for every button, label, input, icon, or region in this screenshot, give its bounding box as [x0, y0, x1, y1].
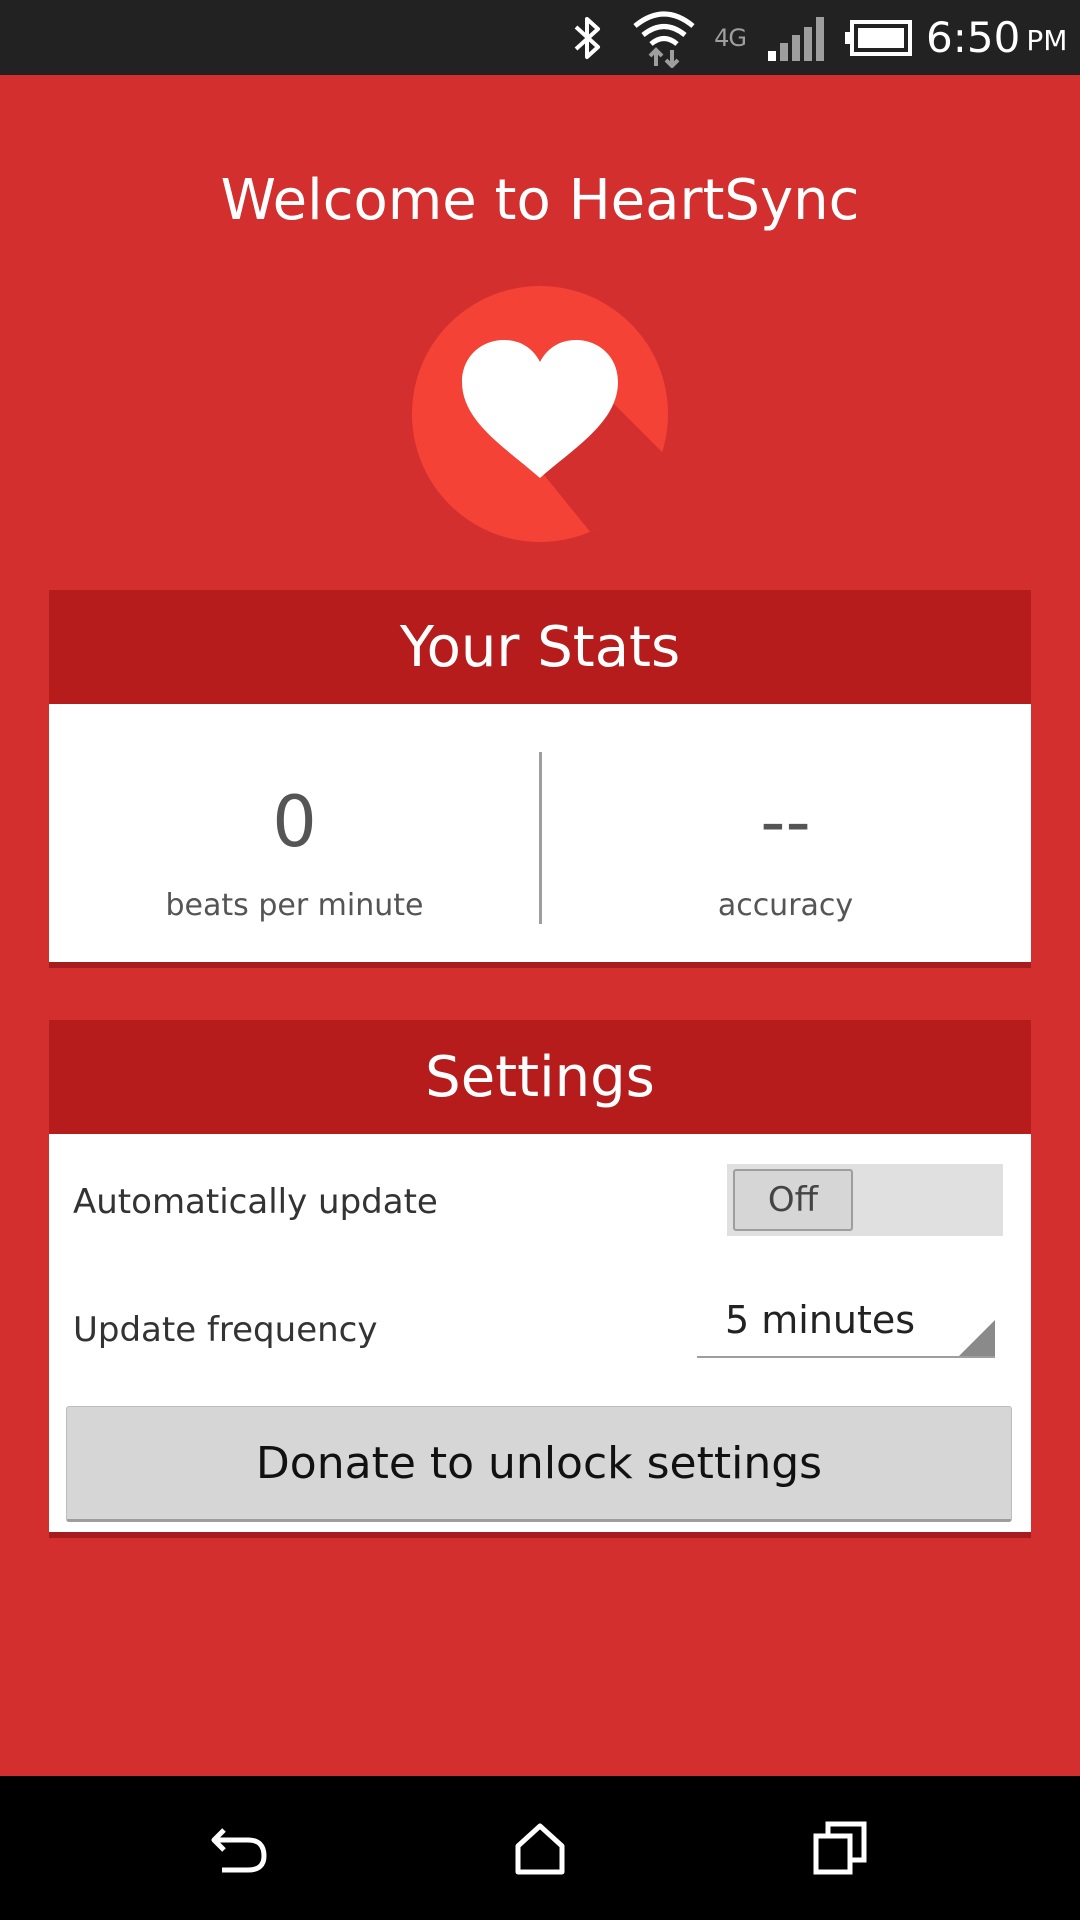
settings-body: Automatically update Off Update frequenc…: [49, 1134, 1031, 1532]
back-icon[interactable]: [180, 1800, 300, 1896]
update-frequency-label: Update frequency: [73, 1310, 378, 1350]
donate-button[interactable]: Donate to unlock settings: [66, 1406, 1012, 1522]
accuracy-label: accuracy: [717, 888, 854, 923]
update-frequency-value: 5 minutes: [725, 1298, 916, 1342]
bpm-value: 0: [272, 781, 317, 863]
toggle-thumb[interactable]: Off: [733, 1169, 853, 1231]
app-screen: 4G 6:50 PM Welcome to HeartSync Your Sta…: [0, 0, 1080, 1920]
battery-icon: [844, 0, 914, 75]
bluetooth-icon: [566, 0, 610, 75]
status-bar: 4G 6:50 PM: [0, 0, 1080, 75]
accuracy-value: --: [760, 781, 811, 863]
accuracy-stat: -- accuracy: [540, 704, 1031, 962]
stats-card: Your Stats 0 beats per minute -- accurac…: [49, 590, 1031, 962]
heart-logo-icon: [410, 284, 670, 544]
dropdown-arrow-icon: [959, 1320, 995, 1356]
page-title: Welcome to HeartSync: [220, 168, 860, 233]
clock-time: 6:50: [926, 13, 1021, 62]
home-icon[interactable]: [480, 1800, 600, 1896]
clock: 6:50 PM: [926, 0, 1067, 75]
stats-card-title: Your Stats: [49, 590, 1031, 704]
wifi-icon: [626, 0, 702, 75]
recent-apps-icon[interactable]: [780, 1800, 900, 1896]
network-type-indicator: 4G: [714, 23, 747, 52]
update-frequency-dropdown[interactable]: 5 minutes: [697, 1286, 995, 1358]
stats-body: 0 beats per minute -- accuracy: [49, 704, 1031, 962]
signal-icon: [764, 0, 828, 75]
clock-ampm: PM: [1026, 24, 1068, 57]
settings-card-title: Settings: [49, 1020, 1031, 1134]
auto-update-label: Automatically update: [73, 1182, 438, 1222]
navigation-bar: [0, 1776, 1080, 1920]
settings-card: Settings Automatically update Off Update…: [49, 1020, 1031, 1532]
auto-update-toggle[interactable]: Off: [727, 1164, 1003, 1236]
bpm-stat: 0 beats per minute: [49, 704, 540, 962]
bpm-label: beats per minute: [165, 888, 424, 923]
